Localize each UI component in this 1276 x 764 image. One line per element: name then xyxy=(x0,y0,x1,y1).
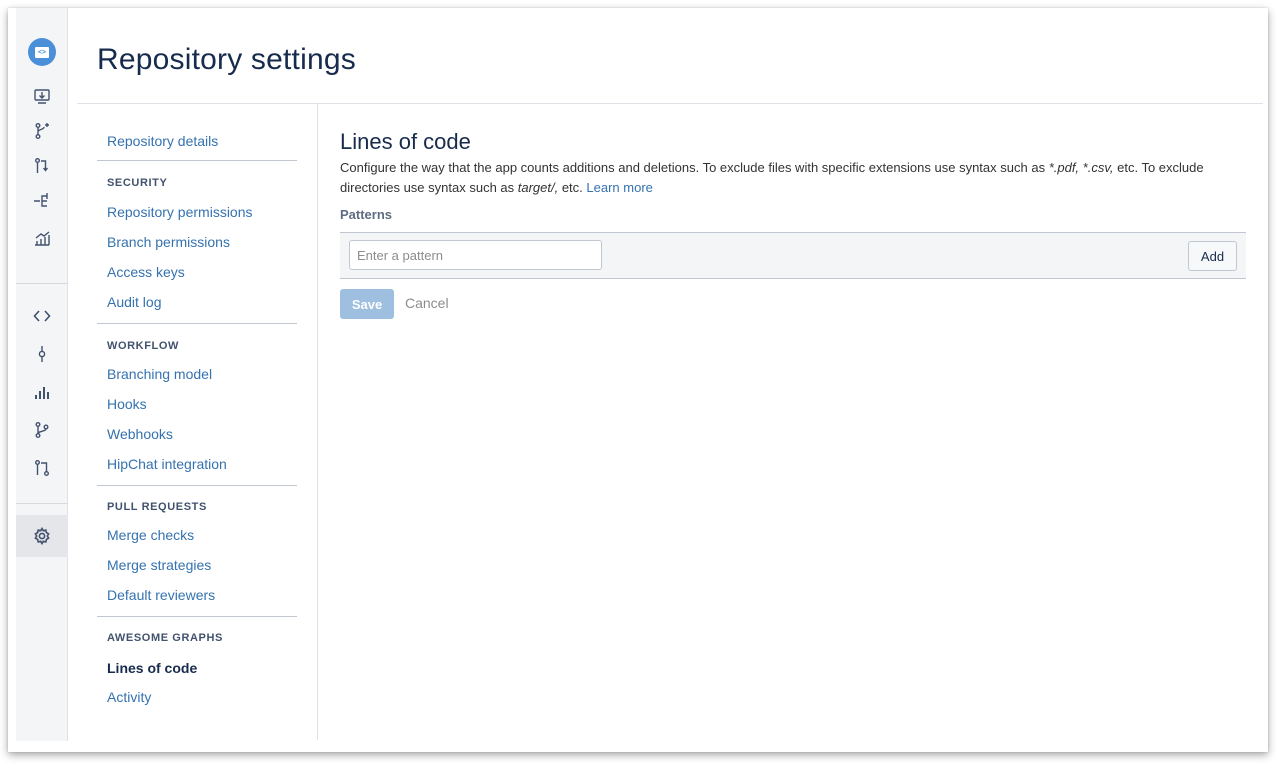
nav-merge-strategies[interactable]: Merge strategies xyxy=(107,557,211,573)
nav-webhooks[interactable]: Webhooks xyxy=(107,426,173,442)
description-text: etc. xyxy=(558,180,587,195)
nav-activity[interactable]: Activity xyxy=(107,689,151,705)
commits-icon[interactable] xyxy=(16,336,68,372)
header-divider xyxy=(77,103,1263,104)
left-sidebar: <> xyxy=(16,8,68,741)
nav-branch-permissions[interactable]: Branch permissions xyxy=(107,234,230,250)
learn-more-link[interactable]: Learn more xyxy=(586,180,652,195)
nav-audit-log[interactable]: Audit log xyxy=(107,294,161,310)
nav-hipchat-integration[interactable]: HipChat integration xyxy=(107,456,227,472)
section-description: Configure the way that the app counts ad… xyxy=(340,158,1250,198)
nav-hooks[interactable]: Hooks xyxy=(107,396,147,412)
graphs-icon[interactable] xyxy=(16,374,68,410)
nav-separator xyxy=(97,160,297,161)
nav-divider xyxy=(317,104,318,740)
add-pattern-button[interactable]: Add xyxy=(1188,241,1237,271)
nav-lines-of-code[interactable]: Lines of code xyxy=(107,660,197,676)
fork-icon[interactable] xyxy=(16,183,68,219)
nav-merge-checks[interactable]: Merge checks xyxy=(107,527,194,543)
nav-heading-awesome-graphs: AWESOME GRAPHS xyxy=(107,632,223,644)
create-pull-request-icon[interactable] xyxy=(16,148,68,184)
nav-branching-model[interactable]: Branching model xyxy=(107,366,212,382)
cancel-link[interactable]: Cancel xyxy=(405,295,449,311)
pattern-input[interactable] xyxy=(349,240,602,270)
nav-separator xyxy=(97,616,297,617)
repository-icon[interactable]: <> xyxy=(28,38,56,66)
pattern-input-row: Add xyxy=(340,232,1246,279)
patterns-label: Patterns xyxy=(340,207,393,222)
branches-icon[interactable] xyxy=(16,412,68,448)
directory-example: target/, xyxy=(517,180,559,195)
page-title: Repository settings xyxy=(97,43,356,76)
nav-repository-permissions[interactable]: Repository permissions xyxy=(107,204,253,220)
nav-separator xyxy=(97,323,297,324)
description-text: Configure the way that the app counts ad… xyxy=(340,160,1049,175)
clone-icon[interactable] xyxy=(16,78,68,114)
save-button[interactable]: Save xyxy=(340,289,394,319)
source-icon[interactable] xyxy=(16,298,68,334)
settings-icon[interactable] xyxy=(16,515,68,557)
nav-access-keys[interactable]: Access keys xyxy=(107,264,185,280)
nav-default-reviewers[interactable]: Default reviewers xyxy=(107,587,215,603)
nav-heading-security: SECURITY xyxy=(107,177,168,189)
nav-repository-details[interactable]: Repository details xyxy=(107,133,218,149)
extension-example-pdf: *.pdf, xyxy=(1048,160,1080,175)
extension-example-csv: *.csv, xyxy=(1082,160,1114,175)
nav-heading-pull-requests: PULL REQUESTS xyxy=(107,501,207,513)
nav-separator xyxy=(97,485,297,486)
section-title: Lines of code xyxy=(340,129,471,154)
create-branch-icon[interactable] xyxy=(16,113,68,149)
nav-heading-workflow: WORKFLOW xyxy=(107,340,180,352)
repo-stats-icon[interactable] xyxy=(16,220,68,256)
rail-divider xyxy=(16,283,68,284)
pull-requests-icon[interactable] xyxy=(16,450,68,486)
rail-divider xyxy=(16,503,68,504)
